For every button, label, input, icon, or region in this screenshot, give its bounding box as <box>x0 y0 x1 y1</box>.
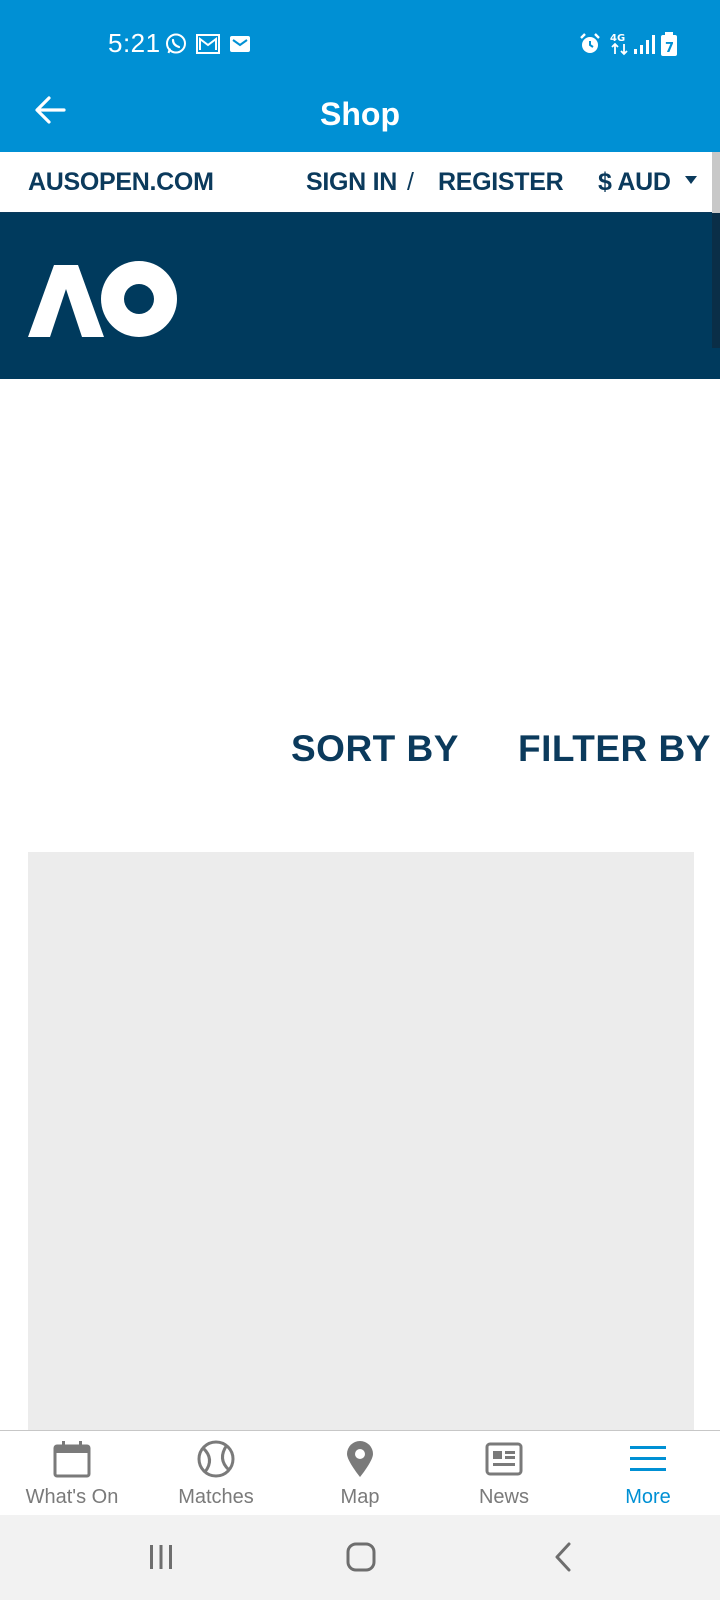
gmail-icon <box>228 32 252 56</box>
ao-logo[interactable]: AO <box>28 261 178 342</box>
app-header: 5:21 4G 7 Shop <box>0 0 720 152</box>
tab-whats-on[interactable]: What's On <box>0 1431 144 1516</box>
tab-label: Map <box>340 1486 380 1508</box>
scrollbar[interactable] <box>712 152 720 214</box>
map-pin-icon <box>338 1439 382 1479</box>
filter-button[interactable]: FILTER BY <box>518 728 711 770</box>
tennis-ball-icon <box>194 1439 238 1479</box>
calendar-icon <box>50 1439 94 1479</box>
nav-separator: / <box>407 168 414 196</box>
caret-down-icon <box>684 176 697 185</box>
tab-news[interactable]: News <box>432 1431 576 1516</box>
home-icon <box>346 1542 376 1572</box>
currency-selector[interactable]: $ AUD <box>598 168 697 197</box>
tab-map[interactable]: Map <box>288 1431 432 1516</box>
product-card[interactable] <box>28 852 694 1430</box>
tab-label: Matches <box>178 1486 254 1508</box>
page-title: Shop <box>320 96 400 132</box>
system-back-button[interactable] <box>538 1535 588 1579</box>
sort-button[interactable]: SORT BY <box>291 728 459 770</box>
network-4g-icon: 4G <box>608 32 634 56</box>
battery-icon: 7 <box>660 32 678 56</box>
status-time: 5:21 <box>108 28 161 58</box>
currency-label: $ AUD <box>598 168 671 196</box>
home-button[interactable] <box>336 1535 386 1579</box>
tab-matches[interactable]: Matches <box>144 1431 288 1516</box>
newspaper-icon <box>482 1439 526 1479</box>
recent-apps-icon <box>150 1545 172 1569</box>
menu-icon <box>626 1439 670 1479</box>
banner-scroll-indicator <box>712 213 720 348</box>
gmail-icon <box>196 32 220 56</box>
tab-label: News <box>478 1486 529 1508</box>
network-label: 4G <box>610 33 625 44</box>
recent-apps-button[interactable] <box>136 1535 186 1579</box>
alarm-icon <box>578 32 602 56</box>
site-nav: AUSOPEN.COM SIGN IN / REGISTER $ AUD <box>0 152 720 214</box>
signal-icon <box>632 32 656 56</box>
tab-more[interactable]: More <box>576 1431 720 1516</box>
battery-level: 7 <box>665 41 674 56</box>
ausopen-home-link[interactable]: AUSOPEN.COM <box>28 168 214 197</box>
tab-label: What's On <box>25 1486 119 1508</box>
brand-banner: AO <box>0 213 720 379</box>
register-link[interactable]: REGISTER <box>438 168 564 197</box>
tab-label: More <box>625 1486 671 1508</box>
whatsapp-icon <box>164 32 188 56</box>
system-nav-bar <box>0 1515 720 1600</box>
status-bar: 5:21 4G 7 <box>0 0 720 88</box>
bottom-tab-bar: What's On Matches Map News More <box>0 1430 720 1515</box>
sign-in-link[interactable]: SIGN IN <box>306 168 397 197</box>
chevron-left-icon <box>555 1542 571 1572</box>
